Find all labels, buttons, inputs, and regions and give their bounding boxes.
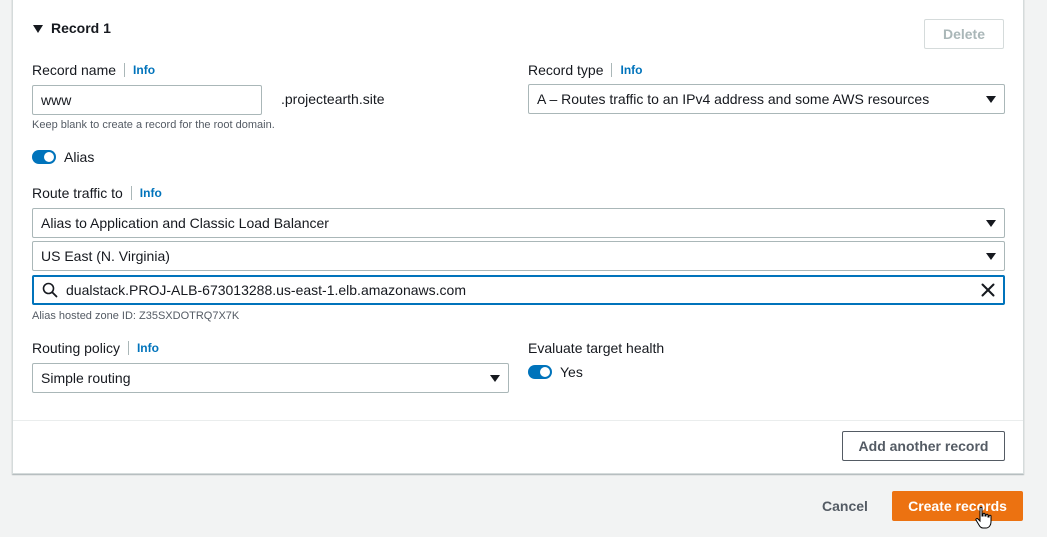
dropdown-arrow-icon [490, 374, 500, 382]
add-another-record-button[interactable]: Add another record [842, 431, 1005, 461]
domain-suffix: .projectearth.site [281, 91, 385, 107]
record-type-value: A – Routes traffic to an IPv4 address an… [537, 91, 930, 107]
search-icon [42, 282, 58, 298]
record-header[interactable]: Record 1 [33, 20, 111, 36]
record-type-info-link[interactable]: Info [611, 63, 642, 77]
divider [13, 420, 1023, 421]
load-balancer-search-input[interactable]: dualstack.PROJ-ALB-673013288.us-east-1.e… [32, 275, 1005, 305]
dropdown-arrow-icon [986, 252, 996, 260]
evaluate-health-label: Evaluate target health [528, 340, 665, 356]
record-card: Record 1 Delete Record name Info www .pr… [12, 0, 1024, 474]
endpoint-select[interactable]: Alias to Application and Classic Load Ba… [32, 208, 1005, 238]
record-name-value: www [41, 92, 72, 108]
alias-toggle-row: Alias [32, 149, 94, 165]
cancel-button[interactable]: Cancel [822, 498, 868, 514]
route-traffic-info-link[interactable]: Info [130, 186, 162, 200]
hand-cursor-icon [975, 506, 992, 529]
routing-policy-value: Simple routing [41, 370, 131, 386]
record-type-label: Record type Info [528, 62, 642, 78]
alias-label: Alias [64, 149, 95, 165]
record-name-label: Record name Info [32, 62, 155, 78]
route-traffic-label: Route traffic to Info [32, 185, 162, 201]
load-balancer-search-value: dualstack.PROJ-ALB-673013288.us-east-1.e… [66, 282, 466, 298]
dropdown-arrow-icon [986, 219, 996, 227]
record-name-input[interactable]: www [32, 85, 262, 115]
record-name-hint: Keep blank to create a record for the ro… [32, 119, 275, 131]
routing-policy-label: Routing policy Info [32, 340, 159, 356]
routing-policy-select[interactable]: Simple routing [32, 363, 509, 393]
evaluate-health-yes-label: Yes [560, 364, 583, 380]
dropdown-arrow-icon [986, 95, 996, 103]
alias-zone-hint: Alias hosted zone ID: Z35SXDOTRQ7X7K [32, 310, 240, 322]
alias-toggle[interactable] [32, 150, 56, 164]
record-name-label-text: Record name [32, 62, 117, 78]
record-name-info-link[interactable]: Info [124, 63, 155, 77]
routing-policy-info-link[interactable]: Info [127, 341, 159, 355]
routing-policy-label-text: Routing policy [32, 340, 120, 356]
record-title: Record 1 [51, 20, 111, 36]
region-value: US East (N. Virginia) [41, 248, 170, 264]
evaluate-health-toggle-row: Yes [528, 364, 583, 380]
caret-down-icon[interactable] [33, 24, 43, 33]
clear-icon[interactable] [981, 283, 995, 297]
route-traffic-label-text: Route traffic to [32, 185, 123, 201]
record-type-select[interactable]: A – Routes traffic to an IPv4 address an… [528, 84, 1005, 114]
create-records-button[interactable]: Create records [892, 491, 1023, 521]
record-type-label-text: Record type [528, 62, 604, 78]
evaluate-health-toggle[interactable] [528, 365, 552, 379]
region-select[interactable]: US East (N. Virginia) [32, 241, 1005, 271]
endpoint-value: Alias to Application and Classic Load Ba… [41, 215, 329, 231]
delete-button[interactable]: Delete [924, 19, 1004, 49]
